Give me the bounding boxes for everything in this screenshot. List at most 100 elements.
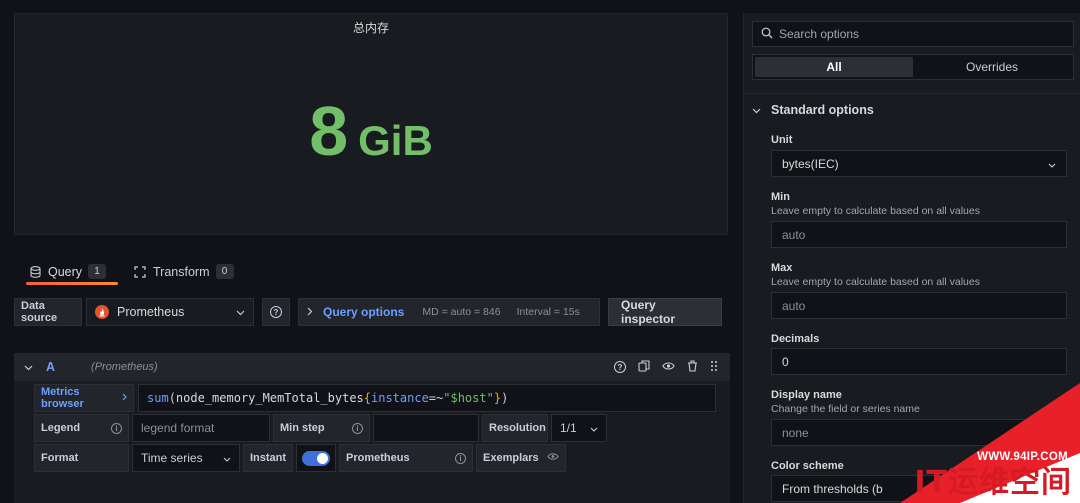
query-options-label: Query options — [323, 305, 405, 319]
type-label-box: Prometheus i — [339, 444, 473, 472]
collapse-chevron-icon[interactable] — [24, 360, 33, 374]
min-step-label: Min step — [280, 422, 325, 434]
datasource-label: Data source — [14, 298, 82, 326]
instant-toggle[interactable] — [302, 450, 330, 466]
query-editor-area: Data source Prometheus ? Query options M… — [14, 285, 730, 503]
exemplars-box: Exemplars — [476, 444, 566, 472]
expr-op: =~ — [428, 391, 444, 405]
unit-value: bytes(IEC) — [782, 156, 839, 171]
metrics-browser-button[interactable]: Metrics browser — [34, 384, 134, 412]
chevron-right-icon — [122, 392, 127, 404]
max-input[interactable]: auto — [771, 292, 1067, 319]
eye-icon[interactable] — [662, 360, 675, 374]
resolution-label: Resolution — [482, 414, 548, 442]
datasource-select[interactable]: Prometheus — [86, 298, 254, 326]
editor-tabs: Query 1 Transform 0 — [14, 258, 728, 285]
stat-number: 8 — [309, 92, 349, 170]
segment-all[interactable]: All — [755, 57, 913, 77]
resolution-value: 1/1 — [560, 421, 577, 435]
tab-query-count: 1 — [88, 264, 107, 279]
search-options-input[interactable] — [779, 27, 1059, 41]
expr-paren-close: ) — [501, 391, 509, 405]
help-icon[interactable]: ? — [614, 361, 626, 373]
expr-paren-open: ( — [168, 391, 176, 405]
unit-select[interactable]: bytes(IEC) — [771, 150, 1067, 177]
options-search[interactable] — [752, 21, 1074, 47]
query-datasource-hint: (Prometheus) — [91, 361, 158, 373]
watermark: WWW.94IP.COM IT运维空间 — [840, 383, 1080, 503]
type-label: Prometheus — [346, 452, 410, 464]
info-icon[interactable]: i — [111, 422, 122, 434]
promql-query-input[interactable]: sum(node_memory_MemTotal_bytes{instance =… — [138, 384, 716, 412]
metrics-row: Metrics browser sum(node_memory_MemTotal… — [34, 384, 716, 412]
decimals-label: Decimals — [771, 333, 820, 345]
dashboard-panel-editor: 总内存 8 GiB Query 1 Transform 0 Data source — [0, 0, 1080, 503]
tab-transform-label: Transform — [153, 264, 210, 279]
display-name-label: Display name — [771, 389, 842, 401]
legend-format-input[interactable]: legend format — [132, 414, 270, 442]
query-inspector-button[interactable]: Query inspector — [608, 298, 722, 326]
drag-handle-icon[interactable] — [710, 360, 718, 375]
expr-brace-open: { — [363, 391, 371, 405]
legend-placeholder: legend format — [141, 421, 215, 435]
tab-transform-count: 0 — [215, 264, 234, 279]
tab-query[interactable]: Query 1 — [26, 258, 118, 285]
exemplars-label: Exemplars — [483, 452, 539, 464]
chevron-down-icon — [223, 451, 231, 465]
min-input[interactable]: auto — [771, 221, 1067, 248]
query-ref-id[interactable]: A — [46, 360, 55, 374]
expr-metric: node_memory_MemTotal_bytes — [175, 391, 364, 405]
standard-options-title: Standard options — [771, 103, 874, 117]
instant-toggle-wrap — [296, 444, 336, 472]
database-icon — [28, 265, 42, 279]
panel-title[interactable]: 总内存 — [15, 19, 727, 36]
interval-text: Interval = 15s — [516, 306, 580, 318]
segment-overrides[interactable]: Overrides — [913, 57, 1071, 77]
resolution-select[interactable]: 1/1 — [551, 414, 607, 442]
chevron-right-icon — [307, 305, 313, 319]
chevron-down-icon — [236, 305, 245, 319]
format-row: Format Time series Instant Prometheus i … — [34, 444, 566, 472]
min-step-input[interactable] — [373, 414, 479, 442]
datasource-value: Prometheus — [117, 305, 185, 319]
chevron-down-icon — [752, 103, 761, 117]
tab-transform[interactable]: Transform 0 — [133, 258, 234, 285]
options-segment: All Overrides — [752, 54, 1074, 80]
format-value: Time series — [141, 451, 203, 465]
chevron-down-icon — [590, 421, 598, 435]
datasource-help-button[interactable]: ? — [262, 298, 290, 326]
decimals-input[interactable]: 0 — [771, 348, 1067, 375]
info-icon[interactable]: i — [455, 452, 466, 464]
chevron-down-icon — [1048, 157, 1056, 171]
info-icon[interactable]: i — [352, 422, 363, 434]
expr-brace-close: } — [493, 391, 502, 405]
search-icon — [761, 27, 773, 42]
legend-label: Legend — [41, 422, 81, 434]
instant-label: Instant — [243, 444, 293, 472]
standard-options-header[interactable]: Standard options — [752, 103, 874, 117]
metrics-browser-label: Metrics browser — [41, 386, 84, 410]
copy-icon[interactable] — [638, 359, 650, 375]
trash-icon[interactable] — [687, 359, 698, 375]
expr-label-key: instance — [371, 391, 429, 405]
prometheus-logo-icon — [95, 305, 109, 319]
query-options-toggle[interactable]: Query options MD = auto = 846 Interval =… — [298, 298, 600, 326]
divider — [744, 93, 1080, 94]
legend-row: Legend i legend format Min step i Resolu… — [34, 414, 607, 442]
format-select[interactable]: Time series — [132, 444, 240, 472]
exemplars-eye-icon[interactable] — [547, 452, 559, 464]
query-row-header: A (Prometheus) ? — [14, 353, 730, 381]
tab-query-label: Query — [48, 264, 83, 279]
panel-preview: 总内存 8 GiB — [14, 13, 728, 235]
datasource-row: Data source Prometheus ? Query options M… — [14, 298, 722, 326]
watermark-brand: IT运维空间 — [914, 465, 1072, 500]
transform-icon — [133, 265, 147, 279]
min-step-label-box: Min step i — [273, 414, 370, 442]
query-row-body: Metrics browser sum(node_memory_MemTotal… — [14, 381, 730, 503]
min-desc: Leave empty to calculate based on all va… — [771, 205, 980, 217]
max-label: Max — [771, 262, 793, 274]
format-label: Format — [34, 444, 129, 472]
max-desc: Leave empty to calculate based on all va… — [771, 276, 980, 288]
stat-unit: GiB — [358, 117, 433, 164]
legend-label-box: Legend i — [34, 414, 129, 442]
